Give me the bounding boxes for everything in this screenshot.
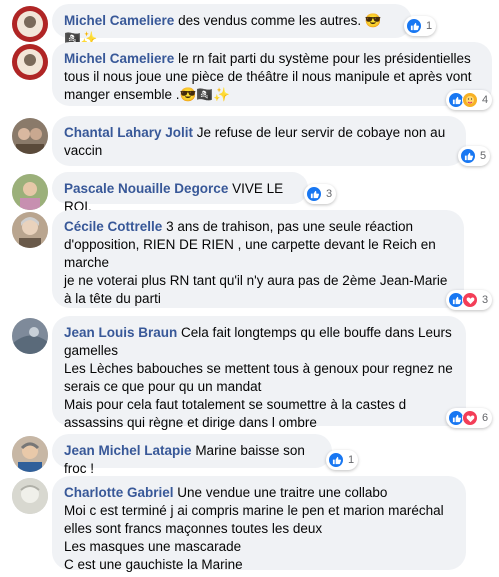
reaction-count: 3	[482, 294, 489, 306]
avatar[interactable]	[12, 478, 48, 514]
comment-bubble: Michel Cameliere le rn fait parti du sys…	[52, 42, 492, 106]
like-icon	[460, 148, 476, 164]
comment-bubble: Chantal Lahary Jolit Je refuse de leur s…	[52, 116, 466, 166]
reaction-count: 6	[482, 412, 489, 424]
reaction-summary[interactable]: 1	[326, 450, 359, 470]
comment-text: Cela fait longtemps qu elle bouffe dans …	[64, 325, 453, 430]
avatar[interactable]	[12, 436, 48, 472]
reaction-count: 3	[326, 188, 333, 200]
reaction-summary[interactable]: 3	[446, 290, 493, 310]
reaction-summary[interactable]: 5	[458, 146, 491, 166]
comment-author[interactable]: Jean Louis Braun	[64, 325, 177, 340]
reaction-summary[interactable]: 3	[304, 184, 337, 204]
like-icon	[406, 18, 422, 34]
comment-author[interactable]: Cécile Cottrelle	[64, 219, 162, 234]
avatar[interactable]	[12, 212, 48, 248]
comment-author[interactable]: Michel Cameliere	[64, 51, 174, 66]
comment-bubble: Charlotte Gabriel Une vendue une traitre…	[52, 476, 466, 572]
comment-bubble: Pascale Nouaille Degorce VIVE LE ROI.	[52, 172, 308, 214]
reaction-summary[interactable]: 6	[446, 408, 493, 428]
reaction-count: 1	[348, 454, 355, 466]
care-icon	[462, 92, 478, 108]
love-icon	[462, 292, 478, 308]
comment-author[interactable]: Michel Cameliere	[64, 13, 174, 28]
comment-author[interactable]: Charlotte Gabriel	[64, 485, 174, 500]
comment-author[interactable]: Chantal Lahary Jolit	[64, 125, 193, 140]
reaction-count: 1	[426, 20, 433, 32]
comment-author[interactable]: Pascale Nouaille Degorce	[64, 181, 228, 196]
avatar[interactable]	[12, 174, 48, 210]
like-icon	[306, 186, 322, 202]
reaction-summary[interactable]: 4	[446, 90, 493, 110]
love-icon	[462, 410, 478, 426]
comment-bubble: Jean Louis Braun Cela fait longtemps qu …	[52, 316, 466, 430]
avatar[interactable]	[12, 44, 48, 80]
reaction-count: 4	[482, 94, 489, 106]
comment-bubble: Jean Michel Latapie Marine baisse son fr…	[52, 434, 332, 476]
reaction-count: 5	[480, 150, 487, 162]
comment-author[interactable]: Jean Michel Latapie	[64, 443, 192, 458]
avatar[interactable]	[12, 6, 48, 42]
avatar[interactable]	[12, 118, 48, 154]
reaction-summary[interactable]: 1	[404, 16, 437, 36]
avatar[interactable]	[12, 318, 48, 354]
like-icon	[328, 452, 344, 468]
comment-bubble: Cécile Cottrelle 3 ans de trahison, pas …	[52, 210, 464, 308]
comment-bubble: Michel Cameliere des vendus comme les au…	[52, 4, 412, 46]
